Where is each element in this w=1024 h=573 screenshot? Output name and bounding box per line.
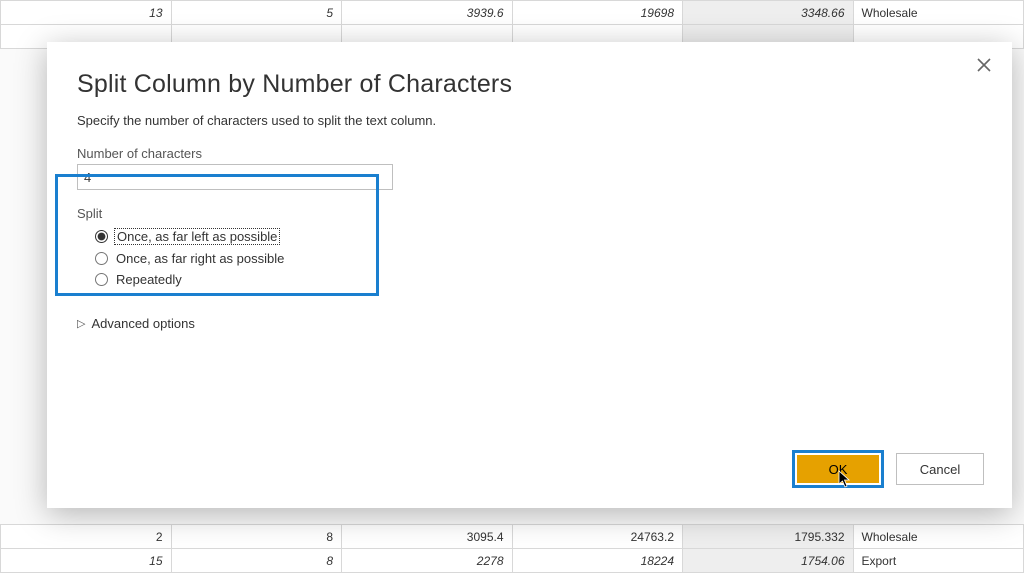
radio-repeatedly[interactable]: Repeatedly	[77, 269, 984, 290]
cancel-button-label: Cancel	[920, 462, 960, 477]
chevron-right-icon: ▷	[77, 317, 85, 330]
dialog-title: Split Column by Number of Characters	[77, 70, 984, 99]
ok-button[interactable]: OK	[797, 455, 879, 483]
cell[interactable]: Export	[853, 549, 1024, 573]
number-of-characters-input[interactable]	[77, 164, 393, 190]
table-row: 2 8 3095.4 24763.2 1795.332 Wholesale	[1, 525, 1024, 549]
cell[interactable]: 19698	[512, 1, 683, 25]
cell[interactable]: 8	[171, 549, 342, 573]
cell[interactable]: 3095.4	[342, 525, 513, 549]
radio-once-right[interactable]: Once, as far right as possible	[77, 248, 984, 269]
cell[interactable]: 24763.2	[512, 525, 683, 549]
radio-once-right-label: Once, as far right as possible	[114, 251, 286, 266]
radio-repeatedly-label: Repeatedly	[114, 272, 184, 287]
table-row: 13 5 3939.6 19698 3348.66 Wholesale	[1, 1, 1024, 25]
dialog-subtitle: Specify the number of characters used to…	[77, 113, 984, 128]
close-button[interactable]	[972, 54, 996, 78]
table-row: 15 8 2278 18224 1754.06 Export	[1, 549, 1024, 573]
cell[interactable]: Wholesale	[853, 525, 1024, 549]
background-data-grid-bottom: 2 8 3095.4 24763.2 1795.332 Wholesale 15…	[0, 524, 1024, 573]
cell[interactable]: 5	[171, 1, 342, 25]
cell[interactable]: 3939.6	[342, 1, 513, 25]
advanced-options-label: Advanced options	[91, 316, 194, 331]
radio-once-left-input[interactable]	[95, 230, 108, 243]
ok-button-label: OK	[829, 462, 848, 477]
cell[interactable]: 1795.332	[683, 525, 854, 549]
close-icon	[977, 58, 991, 72]
radio-repeatedly-input[interactable]	[95, 273, 108, 286]
cell[interactable]: 8	[171, 525, 342, 549]
radio-once-left-label: Once, as far left as possible	[114, 228, 280, 245]
cell[interactable]: 18224	[512, 549, 683, 573]
dialog-button-row: OK Cancel	[792, 450, 984, 488]
cell[interactable]: 1754.06	[683, 549, 854, 573]
radio-once-right-input[interactable]	[95, 252, 108, 265]
cell[interactable]: Wholesale	[853, 1, 1024, 25]
cell[interactable]: 2	[1, 525, 172, 549]
split-column-dialog: Split Column by Number of Characters Spe…	[47, 42, 1012, 508]
ok-button-highlight: OK	[792, 450, 884, 488]
split-section-label: Split	[77, 206, 984, 221]
cell[interactable]: 15	[1, 549, 172, 573]
cancel-button[interactable]: Cancel	[896, 453, 984, 485]
advanced-options-toggle[interactable]: ▷ Advanced options	[77, 316, 984, 331]
cell[interactable]: 13	[1, 1, 172, 25]
radio-once-left[interactable]: Once, as far left as possible	[77, 225, 984, 248]
cell[interactable]: 2278	[342, 549, 513, 573]
number-of-characters-label: Number of characters	[77, 146, 984, 161]
cell[interactable]: 3348.66	[683, 1, 854, 25]
